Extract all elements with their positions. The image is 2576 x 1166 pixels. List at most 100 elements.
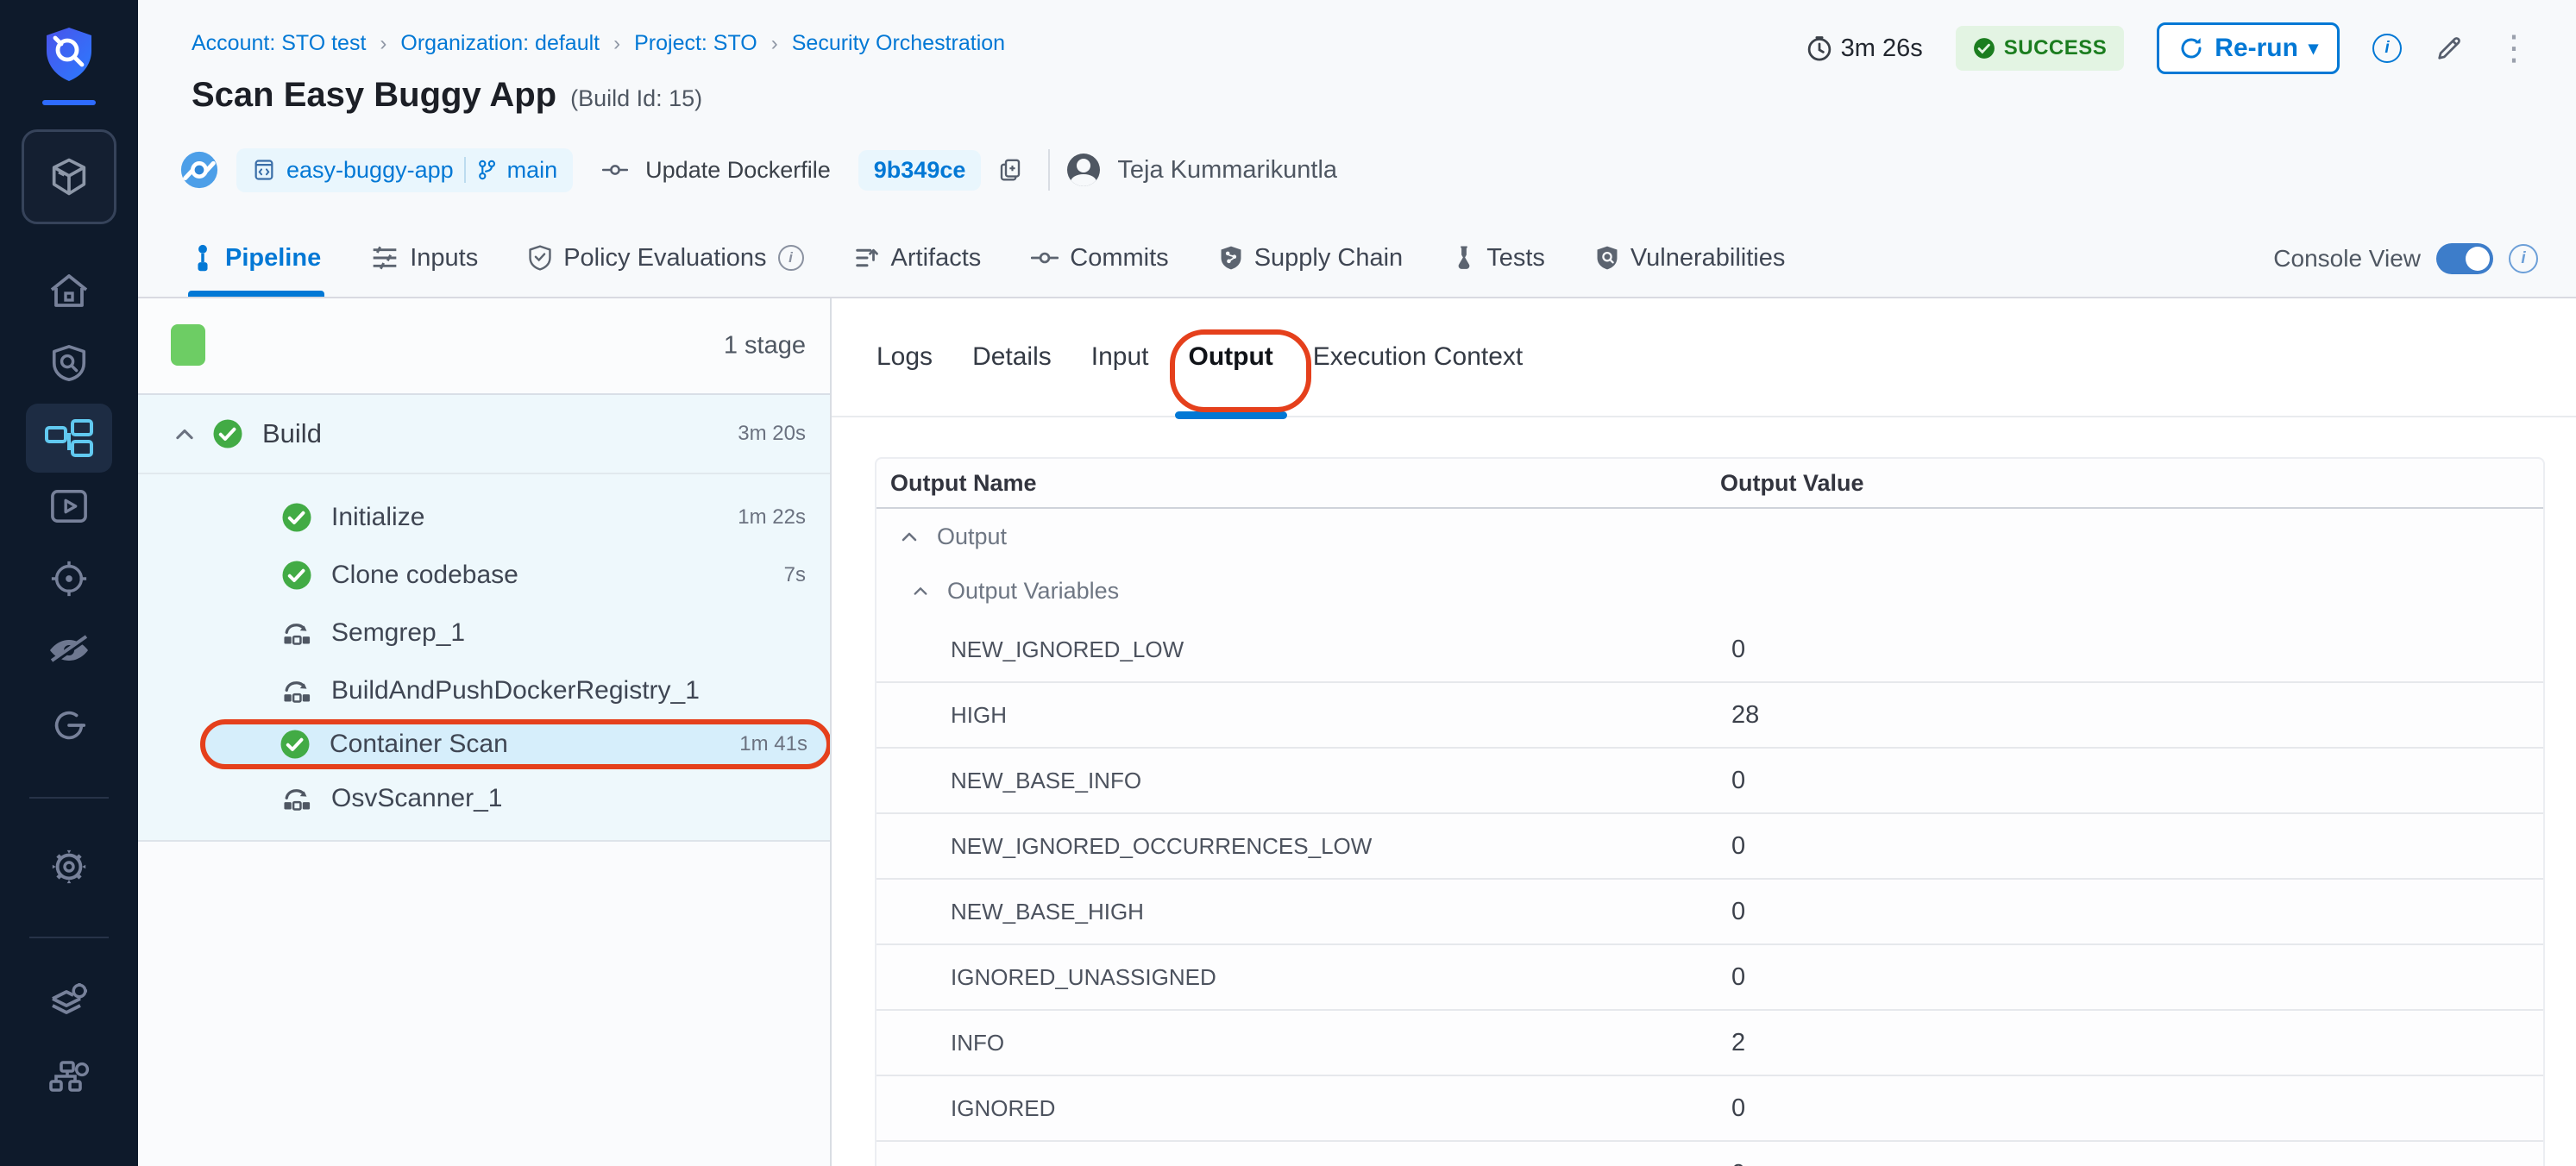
edit-pipeline-icon[interactable] xyxy=(2435,34,2464,63)
commit-author: Teja Kummarikuntla xyxy=(1117,156,1337,185)
more-options-icon[interactable]: ⋮ xyxy=(2497,34,2531,62)
stage-name: Build xyxy=(262,418,322,449)
tab-tests[interactable]: Tests xyxy=(1453,219,1545,297)
left-nav-sidebar xyxy=(0,0,138,1166)
output-variable-row: NEW_BASE_HIGH 0 xyxy=(876,880,2543,945)
scans-shield-icon[interactable] xyxy=(49,343,89,383)
output-value: 0 xyxy=(1720,1094,1745,1123)
step-name: Initialize xyxy=(331,503,424,532)
breadcrumb-project[interactable]: Project: STO xyxy=(634,31,757,56)
breadcrumb-separator: › xyxy=(380,32,386,56)
breadcrumb-module[interactable]: Security Orchestration xyxy=(792,31,1005,56)
rerun-info-icon[interactable]: i xyxy=(2372,34,2402,63)
branch-name-link[interactable]: main xyxy=(507,157,558,184)
commit-icon xyxy=(602,160,628,179)
tree-group-output-variables[interactable]: Output Variables xyxy=(876,564,2543,617)
home-icon[interactable] xyxy=(48,273,90,310)
total-duration: 3m 26s xyxy=(1806,34,1923,63)
output-value: 0 xyxy=(1720,636,1745,664)
stage-node[interactable] xyxy=(171,324,205,366)
output-name: HIGH xyxy=(890,702,1720,729)
commit-info-row: easy-buggy-app main Upda xyxy=(179,143,1337,197)
rerun-caret[interactable]: ▾ xyxy=(2309,37,2318,60)
console-view-toggle[interactable] xyxy=(2436,243,2493,274)
output-name: NEW_BASE_HIGH xyxy=(890,899,1720,925)
step-detail-panel: Logs Details Input Output Execution Cont… xyxy=(830,298,2576,1166)
collapse-chevron-icon[interactable] xyxy=(899,528,920,545)
stage-step-tree: Build 3m 20s Initialize 1m 22s Clone cod… xyxy=(138,395,830,842)
repo-name-link[interactable]: easy-buggy-app xyxy=(286,157,454,184)
executions-icon[interactable] xyxy=(49,488,89,524)
tab-pipeline[interactable]: Pipeline xyxy=(192,219,321,297)
output-variable-row: NEW_MEDIUM 0 xyxy=(876,1142,2543,1166)
targets-icon[interactable] xyxy=(49,559,89,599)
copy-icon[interactable] xyxy=(998,157,1022,183)
step-row-initialize[interactable]: Initialize 1m 22s xyxy=(138,488,830,546)
sto-shield-logo-icon xyxy=(43,26,95,83)
sidebar-accent-divider xyxy=(42,100,96,105)
account-settings-org-icon[interactable] xyxy=(47,1056,91,1097)
step-row-osvscanner[interactable]: OsvScanner_1 xyxy=(138,769,830,827)
tab-policy-evaluations[interactable]: Policy Evaluations i xyxy=(528,219,803,297)
get-started-icon[interactable] xyxy=(49,705,89,745)
output-name: IGNORED_UNASSIGNED xyxy=(890,964,1720,991)
collapse-chevron-icon[interactable] xyxy=(173,423,197,444)
output-name: NEW_IGNORED_OCCURRENCES_LOW xyxy=(890,833,1720,860)
step-name: BuildAndPushDockerRegistry_1 xyxy=(331,676,700,705)
pipelines-nav-active[interactable] xyxy=(26,404,112,473)
stage-duration: 3m 20s xyxy=(738,422,806,446)
execution-header: Account: STO test › Organization: defaul… xyxy=(138,0,2576,298)
tab-logs[interactable]: Logs xyxy=(876,298,933,416)
build-id-label: (Build Id: 15) xyxy=(570,85,702,112)
stage-row-build[interactable]: Build 3m 20s xyxy=(138,395,830,474)
breadcrumb-account[interactable]: Account: STO test xyxy=(192,31,366,56)
breadcrumb-organization[interactable]: Organization: default xyxy=(400,31,600,56)
step-row-buildandpush[interactable]: BuildAndPushDockerRegistry_1 xyxy=(138,661,830,719)
success-check-icon xyxy=(1973,37,1995,60)
tree-group-output[interactable]: Output xyxy=(876,509,2543,564)
app-root: Account: STO test › Organization: defaul… xyxy=(0,0,2576,1166)
step-detail-tabbar: Logs Details Input Output Execution Cont… xyxy=(832,298,2576,417)
tab-vulnerabilities[interactable]: Vulnerabilities xyxy=(1595,219,1785,297)
column-header-output-value: Output Value xyxy=(1720,470,1864,497)
rerun-button[interactable]: Re-run ▾ xyxy=(2157,22,2340,74)
step-row-clone-codebase[interactable]: Clone codebase 7s xyxy=(138,546,830,604)
step-row-semgrep[interactable]: Semgrep_1 xyxy=(138,604,830,661)
output-value: 0 xyxy=(1720,898,1745,926)
commit-sha-link[interactable]: 9b349ce xyxy=(858,150,982,191)
project-settings-layers-icon[interactable] xyxy=(47,981,91,1023)
tab-details[interactable]: Details xyxy=(972,298,1052,416)
exemptions-eye-off-icon[interactable] xyxy=(47,631,91,669)
stage-execution-panel: 1 stage Build 3m 20s Initialize 1m 22s C… xyxy=(138,298,830,1166)
tab-input[interactable]: Input xyxy=(1091,298,1149,416)
console-view-info-icon[interactable]: i xyxy=(2509,244,2538,273)
tab-artifacts[interactable]: Artifacts xyxy=(854,219,982,297)
output-variable-row: INFO 2 xyxy=(876,1011,2543,1076)
commits-icon xyxy=(1031,248,1059,268)
commit-message: Update Dockerfile xyxy=(645,157,831,184)
policy-info-icon[interactable]: i xyxy=(778,245,804,271)
pill-divider xyxy=(464,157,466,183)
settings-gear-icon[interactable] xyxy=(49,847,89,887)
tab-commits[interactable]: Commits xyxy=(1031,219,1168,297)
collapse-chevron-icon[interactable] xyxy=(911,583,930,599)
breadcrumb-separator: › xyxy=(771,32,778,56)
sidebar-divider xyxy=(29,797,109,799)
toggle-knob xyxy=(2466,247,2490,271)
module-selector-button[interactable] xyxy=(22,129,116,224)
tab-supply-chain[interactable]: Supply Chain xyxy=(1219,219,1404,297)
output-name: NEW_MEDIUM xyxy=(890,1161,1720,1166)
breadcrumb-separator: › xyxy=(613,32,620,56)
output-variable-row: IGNORED 0 xyxy=(876,1076,2543,1142)
step-name: Semgrep_1 xyxy=(331,618,465,648)
step-duration: 1m 22s xyxy=(738,505,806,530)
artifacts-icon xyxy=(854,245,880,271)
output-name: INFO xyxy=(890,1030,1720,1056)
clock-icon xyxy=(1806,35,1832,61)
table-header-row: Output Name Output Value xyxy=(876,459,2543,509)
skipped-step-icon xyxy=(281,783,312,814)
tab-execution-context[interactable]: Execution Context xyxy=(1313,298,1523,416)
step-row-container-scan-selected[interactable]: Container Scan 1m 41s xyxy=(200,719,832,769)
tab-inputs[interactable]: Inputs xyxy=(371,219,478,297)
step-duration: 7s xyxy=(784,563,806,587)
